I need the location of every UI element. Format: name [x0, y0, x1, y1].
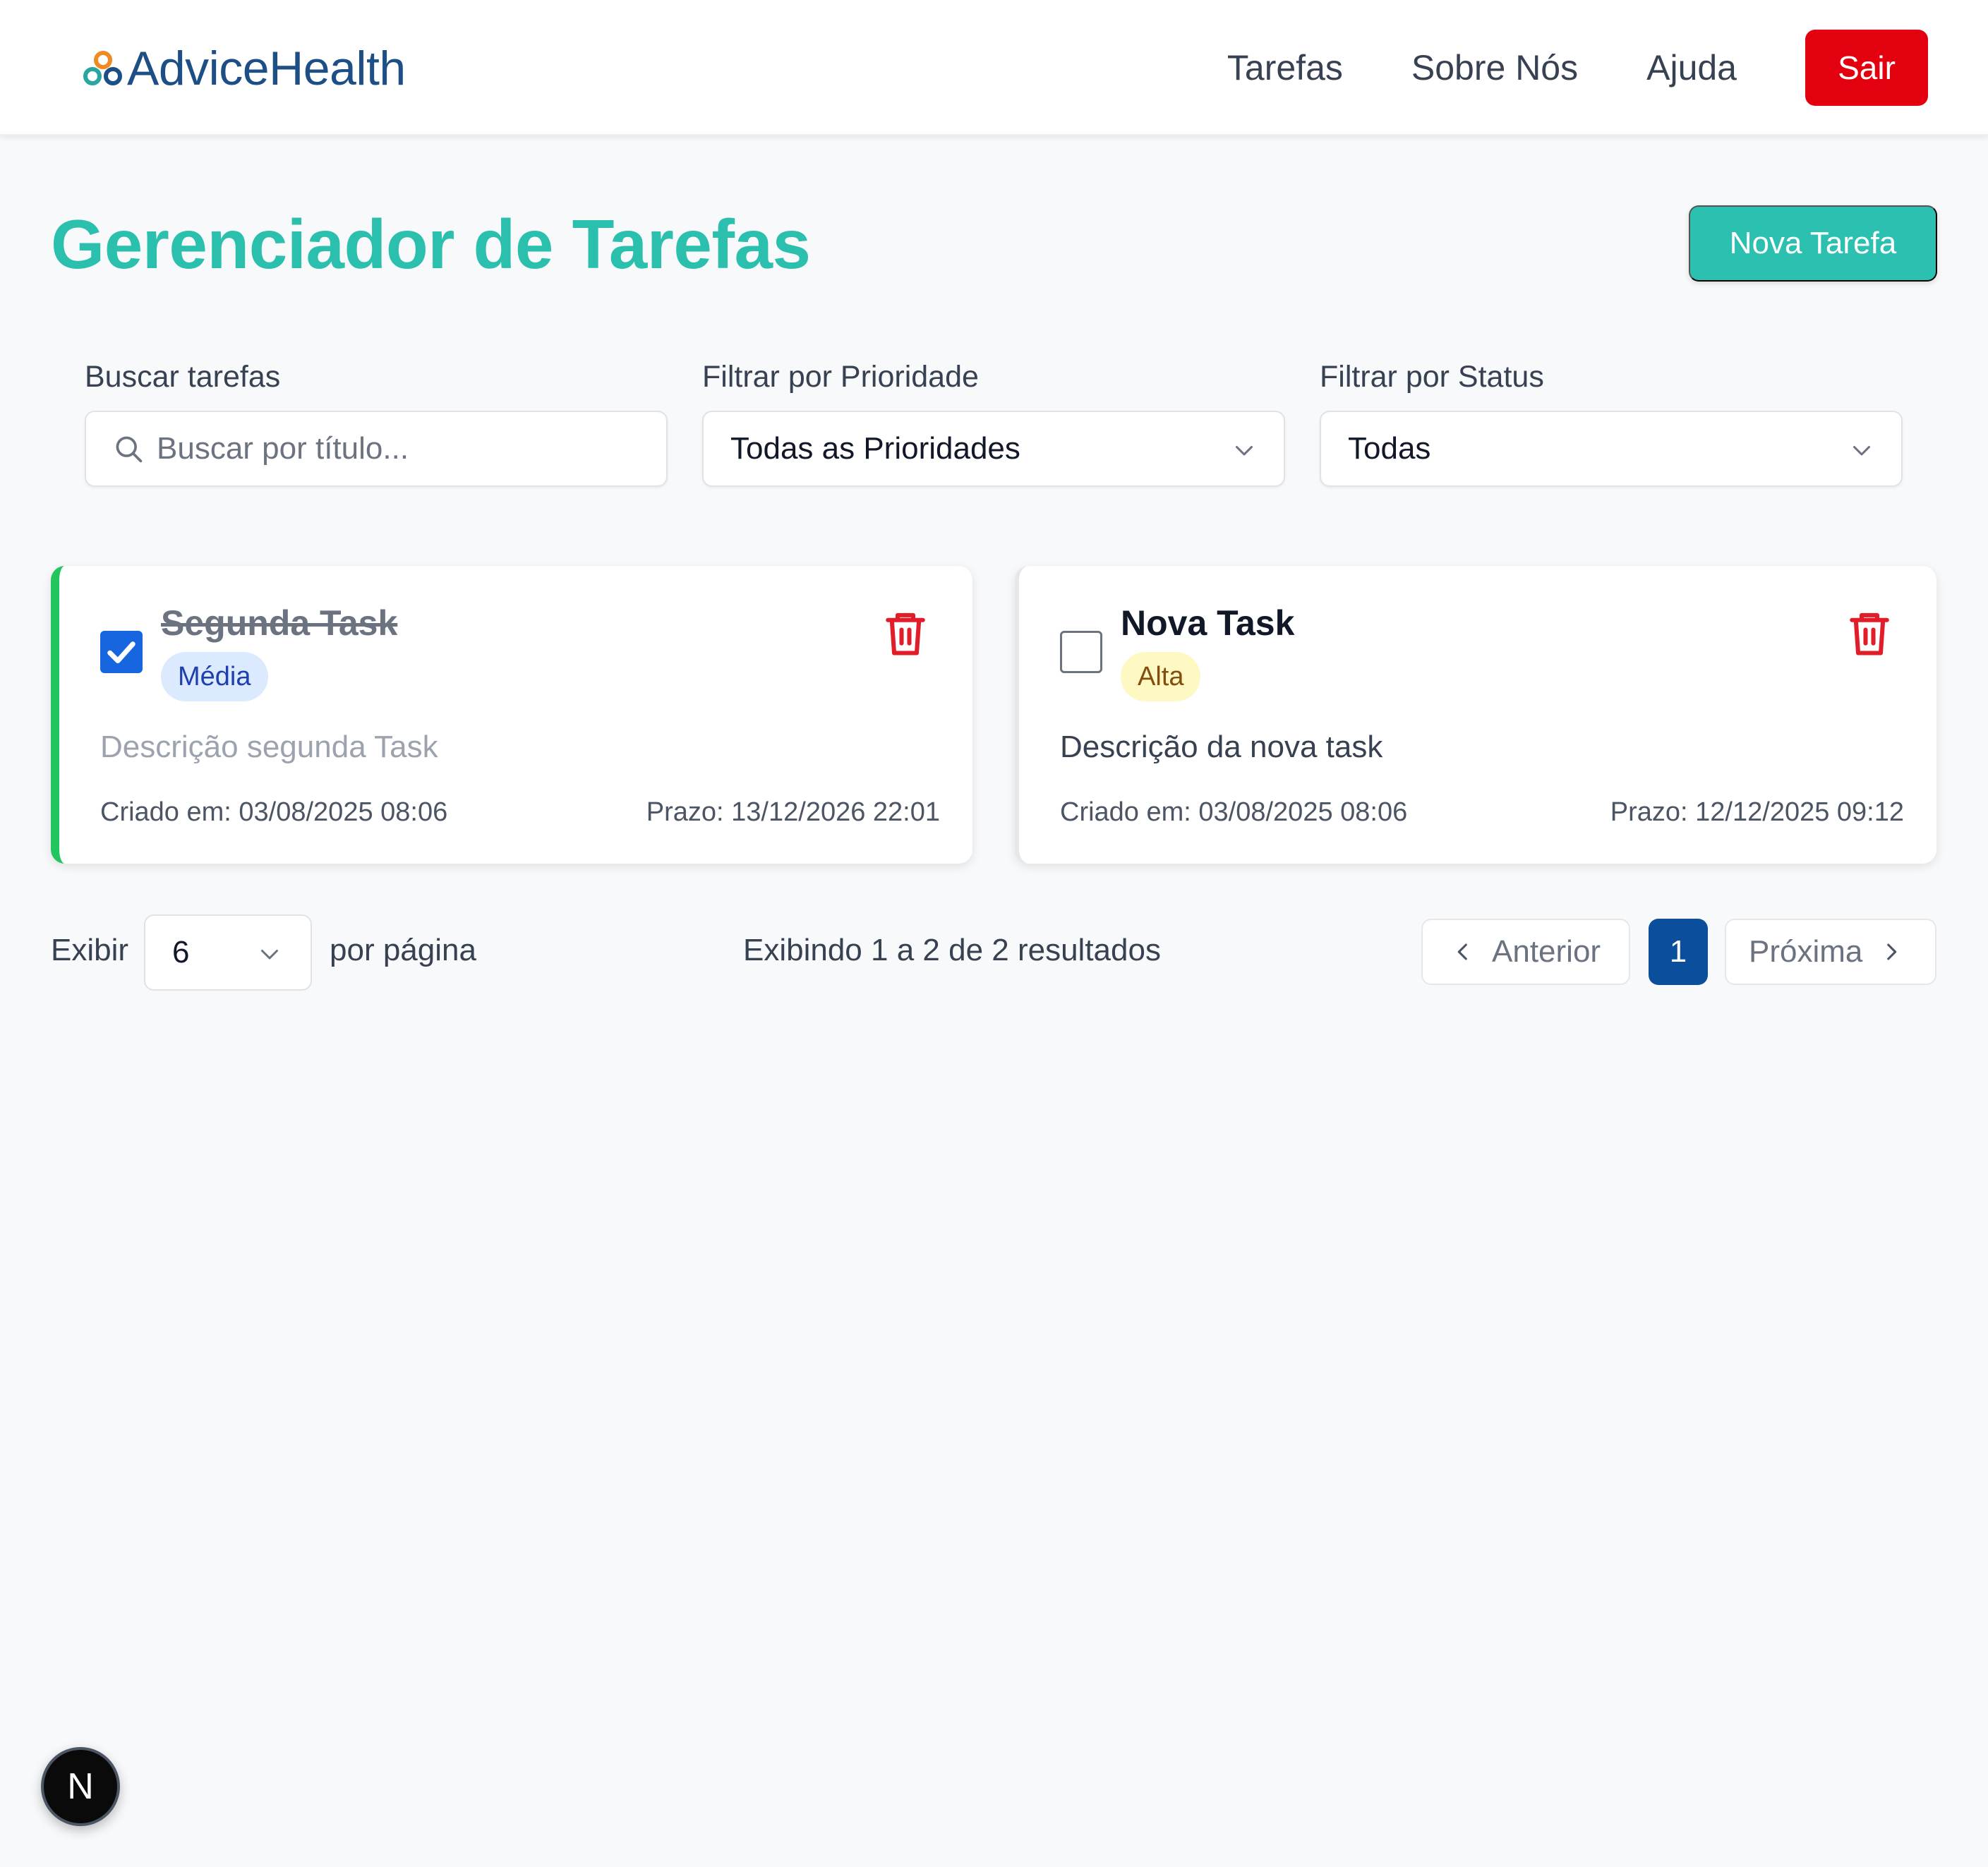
brand-logo[interactable]: AdviceHealth — [82, 37, 406, 100]
previous-page-label: Anterior — [1492, 934, 1601, 969]
nextjs-dev-badge[interactable]: N — [41, 1747, 120, 1826]
search-icon — [116, 436, 143, 463]
next-page-button[interactable]: Próxima — [1725, 919, 1936, 985]
task-card: Segunda Task Média Descrição segunda Tas… — [51, 566, 972, 864]
next-page-label: Próxima — [1749, 934, 1863, 969]
task-title: Segunda Task — [161, 603, 398, 643]
chevron-right-icon — [1887, 943, 1897, 960]
results-summary: Exibindo 1 a 2 de 2 resultados — [743, 933, 1161, 967]
priority-filter: Filtrar por Prioridade Todas as Priorida… — [702, 360, 1285, 487]
task-created-date: Criado em: 03/08/2025 08:06 — [1060, 797, 1408, 827]
task-deadline: Prazo: 12/12/2025 09:12 — [1610, 797, 1904, 827]
task-complete-checkbox[interactable] — [100, 631, 143, 673]
logo-icon — [83, 51, 122, 85]
main-nav: Tarefas Sobre Nós Ajuda Sair — [1227, 30, 1928, 106]
previous-page-button[interactable]: Anterior — [1421, 919, 1630, 985]
priority-label: Filtrar por Prioridade — [702, 360, 979, 394]
logo-text: AdviceHealth — [127, 42, 406, 95]
priority-select[interactable]: Todas as Prioridades — [702, 411, 1285, 487]
per-page-label-prefix: Exibir — [51, 933, 129, 967]
trash-icon[interactable] — [882, 608, 929, 659]
task-description: Descrição da nova task — [1060, 730, 1383, 764]
status-label: Filtrar por Status — [1320, 360, 1544, 394]
top-navbar: AdviceHealth Tarefas Sobre Nós Ajuda Sai… — [0, 0, 1988, 135]
search-filter: Buscar tarefas Buscar por título... — [85, 360, 668, 487]
task-complete-checkbox[interactable] — [1060, 631, 1102, 673]
current-page-button[interactable]: 1 — [1649, 919, 1708, 985]
search-placeholder: Buscar por título... — [157, 431, 409, 466]
status-filter: Filtrar por Status Todas — [1320, 360, 1903, 487]
task-created-date: Criado em: 03/08/2025 08:06 — [100, 797, 448, 827]
nav-link-tarefas[interactable]: Tarefas — [1227, 47, 1343, 88]
per-page-value: 6 — [172, 935, 190, 969]
task-deadline: Prazo: 13/12/2026 22:01 — [646, 797, 940, 827]
per-page-select[interactable]: 6 — [144, 914, 312, 991]
task-card: Nova Task Alta Descrição da nova task Cr… — [1015, 566, 1936, 864]
logout-button[interactable]: Sair — [1805, 30, 1928, 106]
nav-link-sobre-nos[interactable]: Sobre Nós — [1411, 47, 1578, 88]
priority-badge: Alta — [1121, 652, 1201, 701]
search-label: Buscar tarefas — [85, 360, 281, 394]
task-title: Nova Task — [1121, 603, 1295, 643]
search-input[interactable]: Buscar por título... — [85, 411, 668, 487]
page-title: Gerenciador de Tarefas — [51, 205, 811, 283]
chevron-down-icon — [261, 950, 278, 960]
check-icon — [107, 641, 135, 663]
task-description: Descrição segunda Task — [100, 730, 438, 764]
chevron-down-icon — [1853, 446, 1870, 456]
nav-link-ajuda[interactable]: Ajuda — [1646, 47, 1737, 88]
priority-select-value: Todas as Prioridades — [730, 431, 1020, 466]
status-select[interactable]: Todas — [1320, 411, 1903, 487]
priority-badge: Média — [161, 652, 268, 701]
chevron-down-icon — [1236, 446, 1253, 456]
status-select-value: Todas — [1348, 431, 1431, 466]
trash-icon[interactable] — [1846, 608, 1893, 659]
per-page-label-suffix: por página — [330, 933, 476, 967]
chevron-left-icon — [1457, 943, 1467, 960]
new-task-button[interactable]: Nova Tarefa — [1689, 205, 1937, 282]
